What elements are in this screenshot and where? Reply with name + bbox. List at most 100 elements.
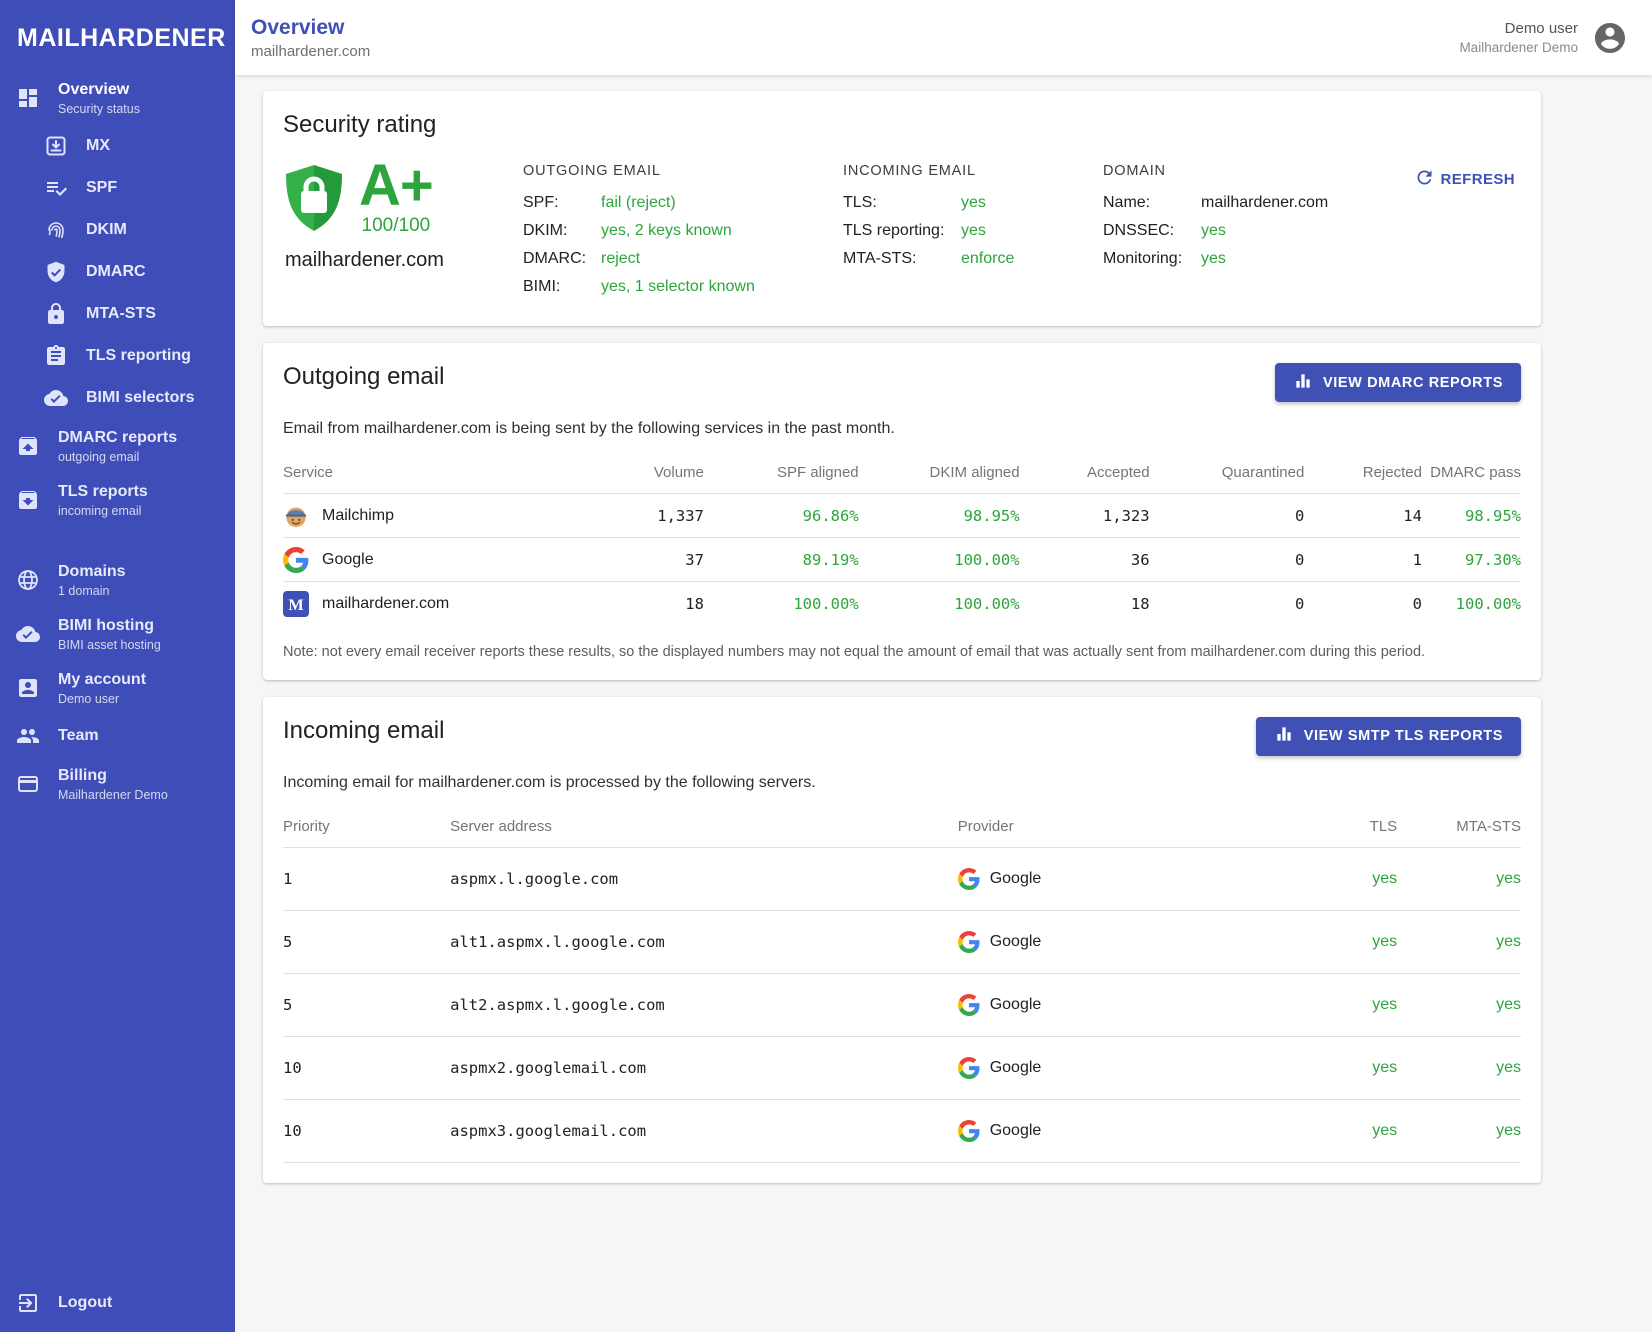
user-org: Mailhardener Demo — [1459, 40, 1578, 55]
google-icon — [283, 547, 309, 573]
outgoing-card-title: Outgoing email — [283, 363, 444, 391]
sidebar-item-overview[interactable]: OverviewSecurity status — [0, 71, 235, 125]
sidebar-item-billing[interactable]: BillingMailhardener Demo — [0, 757, 235, 811]
sidebar-item-text: SPF — [86, 178, 117, 198]
security-detail-value: yes — [1201, 222, 1226, 240]
sidebar-item-dkim[interactable]: DKIM — [0, 209, 235, 251]
main-area: Overview mailhardener.com Demo user Mail… — [235, 0, 1652, 1332]
sidebar-item-logout[interactable]: Logout — [0, 1282, 235, 1324]
incoming-column-header: TLS — [1280, 806, 1398, 848]
priority-cell: 5 — [283, 910, 450, 973]
service-name: Mailchimp — [322, 507, 394, 525]
sidebar-item-sublabel: 1 domain — [58, 584, 126, 598]
provider-name: Google — [990, 870, 1042, 888]
outgoing-description: Email from mailhardener.com is being sen… — [283, 420, 1521, 438]
sidebar-item-mta-sts[interactable]: MTA-STS — [0, 293, 235, 335]
priority-cell: 5 — [283, 973, 450, 1036]
sidebar-item-text: Team — [58, 726, 99, 746]
dmarc-pass-cell: 100.00% — [1422, 582, 1521, 626]
incoming-card-title: Incoming email — [283, 717, 444, 745]
security-detail-label: Monitoring: — [1103, 250, 1201, 268]
provider-name: Google — [990, 933, 1042, 951]
outgoing-table: ServiceVolumeSPF alignedDKIM alignedAcce… — [283, 452, 1521, 626]
sidebar-nav: OverviewSecurity status MX SPF DKIM DMARC MTA… — [0, 71, 235, 811]
outgoing-column-header: DKIM aligned — [859, 452, 1020, 494]
view-dmarc-reports-button[interactable]: VIEW DMARC REPORTS — [1275, 363, 1521, 402]
rejected-cell: 14 — [1304, 494, 1422, 538]
incoming-column-header: Priority — [283, 806, 450, 848]
rating-domain: mailhardener.com — [285, 249, 501, 272]
sidebar-item-my-account[interactable]: My accountDemo user — [0, 661, 235, 715]
sidebar-item-dmarc[interactable]: DMARC — [0, 251, 235, 293]
incoming-column-header: Server address — [450, 806, 958, 848]
sidebar-item-spf[interactable]: SPF — [0, 167, 235, 209]
sidebar-item-mx[interactable]: MX — [0, 125, 235, 167]
outgoing-table-row: Mmailhardener.com18100.00%100.00%1800100… — [283, 582, 1521, 626]
logout-label: Logout — [58, 1293, 112, 1313]
sidebar-item-bimi-hosting[interactable]: BIMI hostingBIMI asset hosting — [0, 607, 235, 661]
security-detail-label: SPF: — [523, 194, 601, 212]
incoming-table-row: 10aspmx2.googlemail.comGoogleyesyes — [283, 1036, 1521, 1099]
mta-sts-cell: yes — [1397, 1099, 1521, 1162]
incoming-table-head: PriorityServer addressProviderTLSMTA-STS — [283, 806, 1521, 848]
sidebar-item-label: BIMI hosting — [58, 616, 161, 636]
accepted-cell: 18 — [1020, 582, 1150, 626]
security-detail-row: SPF:fail (reject) — [523, 194, 813, 212]
security-body: A+ 100/100 mailhardener.com OUTGOING EMA… — [283, 163, 1521, 306]
sidebar-item-label: DMARC — [86, 262, 146, 282]
dashboard-icon — [16, 86, 40, 110]
sidebar-item-text: BIMI selectors — [86, 388, 194, 408]
sidebar-item-sublabel: outgoing email — [58, 450, 177, 464]
security-detail-row: DNSSEC:yes — [1103, 222, 1341, 240]
inbox-upload-icon — [16, 434, 40, 458]
sidebar-item-bimi-selectors[interactable]: BIMI selectors — [0, 377, 235, 419]
account-circle-icon[interactable] — [1592, 20, 1628, 56]
provider-cell: Google — [958, 994, 1280, 1016]
security-rating-card: Security rating — [263, 91, 1541, 326]
security-detail-value: mailhardener.com — [1201, 194, 1328, 212]
security-detail-value: yes, 2 keys known — [601, 222, 732, 240]
sidebar-item-team[interactable]: Team — [0, 715, 235, 757]
rejected-cell: 0 — [1304, 582, 1422, 626]
security-detail-row: TLS reporting:yes — [843, 222, 1073, 240]
incoming-table-row: 10aspmx3.googlemail.comGoogleyesyes — [283, 1099, 1521, 1162]
app-logo: MAILHARDENER — [0, 0, 235, 71]
incoming-column-header: MTA-STS — [1397, 806, 1521, 848]
security-detail-row: MTA-STS:enforce — [843, 250, 1073, 268]
view-smtp-tls-reports-label: VIEW SMTP TLS REPORTS — [1304, 728, 1503, 744]
security-detail-label: DMARC: — [523, 250, 601, 268]
provider-cell: Google — [958, 1057, 1280, 1079]
security-section: OUTGOING EMAILSPF:fail (reject)DKIM:yes,… — [523, 163, 813, 306]
security-detail-row: Name:mailhardener.com — [1103, 194, 1341, 212]
rejected-cell: 1 — [1304, 538, 1422, 582]
incoming-table-row: 5alt1.aspmx.l.google.comGoogleyesyes — [283, 910, 1521, 973]
logout-wrap: Logout — [0, 1282, 235, 1332]
rating-block: A+ 100/100 mailhardener.com — [283, 163, 501, 272]
sidebar-item-dmarc-reports[interactable]: DMARC reportsoutgoing email — [0, 419, 235, 473]
sidebar-item-tls-reporting[interactable]: TLS reporting — [0, 335, 235, 377]
tls-cell: yes — [1280, 1036, 1398, 1099]
refresh-button[interactable]: REFRESH — [1408, 163, 1521, 196]
service-name: mailhardener.com — [322, 595, 449, 613]
server-address-cell: aspmx2.googlemail.com — [450, 1036, 958, 1099]
sidebar-item-label: MX — [86, 136, 110, 156]
credit-card-icon — [16, 772, 40, 796]
security-detail-label: Name: — [1103, 194, 1201, 212]
security-detail-label: DKIM: — [523, 222, 601, 240]
security-section-heading: INCOMING EMAIL — [843, 163, 1073, 179]
provider-name: Google — [990, 1122, 1042, 1140]
content: Security rating — [235, 75, 1652, 1332]
mailhardener-icon: M — [283, 591, 309, 617]
accepted-cell: 1,323 — [1020, 494, 1150, 538]
view-smtp-tls-reports-button[interactable]: VIEW SMTP TLS REPORTS — [1256, 717, 1521, 756]
page-title: Overview — [251, 15, 370, 40]
sidebar-item-label: Team — [58, 726, 99, 746]
sidebar-item-text: My accountDemo user — [58, 670, 146, 706]
outgoing-table-row: Mailchimp1,33796.86%98.95%1,32301498.95% — [283, 494, 1521, 538]
sidebar-item-tls-reports[interactable]: TLS reportsincoming email — [0, 473, 235, 527]
sidebar-item-label: My account — [58, 670, 146, 690]
sidebar-item-sublabel: Mailhardener Demo — [58, 788, 168, 802]
google-icon — [958, 1057, 980, 1079]
sidebar-item-domains[interactable]: Domains1 domain — [0, 553, 235, 607]
sidebar-item-label: TLS reports — [58, 482, 148, 502]
